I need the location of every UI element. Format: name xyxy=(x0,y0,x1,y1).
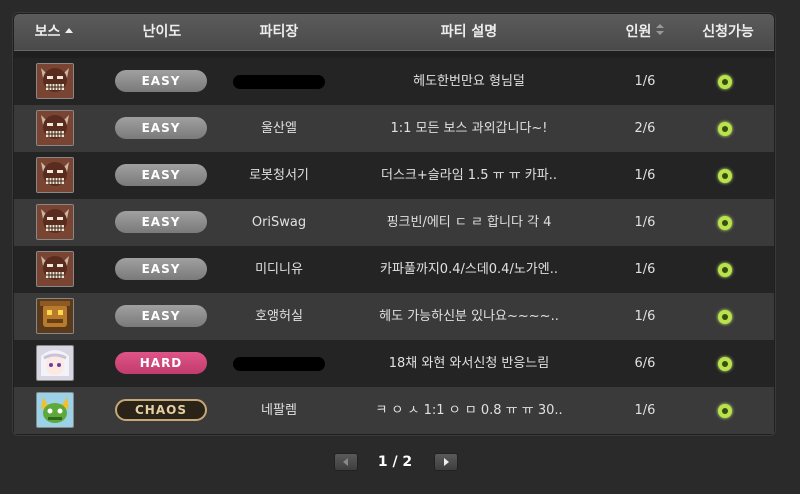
sort-toggle-icon xyxy=(656,24,665,35)
party-description: 18채 와현 와서신청 반응느림 xyxy=(388,356,550,371)
difficulty-badge: EASY xyxy=(115,258,207,280)
party-description: 헤도한번만요 형님덜 xyxy=(413,74,525,89)
column-description-header: 파티 설명 xyxy=(440,24,498,40)
lucid-icon xyxy=(36,345,74,381)
party-list: EASY 헤도한번만요 형님덜 1/6 EASY 울산엘 1:1 모든 보스 과외갑니다~… xyxy=(14,58,774,434)
party-leader: 로봇청서기 xyxy=(249,168,309,183)
difficulty-badge: EASY xyxy=(115,211,207,233)
prev-page-button[interactable] xyxy=(334,453,358,471)
golem-icon xyxy=(36,298,74,334)
table-row[interactable]: EASY 로봇청서기 더스크+슬라임 1.5 ㅠ ㅠ 카파.. 1/6 xyxy=(14,152,774,199)
horntail-icon xyxy=(36,392,74,428)
page-indicator: 1 / 2 xyxy=(377,454,413,470)
column-leader-header: 파티장 xyxy=(259,24,299,40)
difficulty-badge: EASY xyxy=(115,164,207,186)
table-row[interactable]: EASY 호앵허실 헤도 가능하신분 있나요~~~~.. 1/6 xyxy=(14,293,774,340)
sort-ascending-icon xyxy=(65,28,74,33)
available-indicator-icon xyxy=(718,357,732,371)
available-indicator-icon xyxy=(718,263,732,277)
available-indicator-icon xyxy=(718,310,732,324)
chevron-left-icon xyxy=(343,458,348,466)
member-count: 1/6 xyxy=(634,262,656,277)
party-leader: 울산엘 xyxy=(261,121,297,136)
party-description: 핑크빈/에티 ㄷ ㄹ 합니다 각 4 xyxy=(386,215,552,230)
party-description: 더스크+슬라임 1.5 ㅠ ㅠ 카파.. xyxy=(381,168,557,183)
available-indicator-icon xyxy=(718,404,732,418)
member-count: 1/6 xyxy=(634,74,656,89)
party-description: 카파풀까지0.4/스데0.4/노가엔.. xyxy=(380,262,558,277)
zakum-icon xyxy=(36,110,74,146)
member-count: 6/6 xyxy=(634,356,656,371)
member-count: 1/6 xyxy=(634,215,656,230)
difficulty-badge: EASY xyxy=(115,70,207,92)
available-indicator-icon xyxy=(718,216,732,230)
table-row[interactable]: EASY 헤도한번만요 형님덜 1/6 xyxy=(14,58,774,105)
chevron-right-icon xyxy=(444,458,449,466)
column-available-header: 신청가능 xyxy=(702,24,754,40)
column-boss-header[interactable]: 보스 xyxy=(14,14,94,50)
table-row[interactable]: EASY 울산엘 1:1 모든 보스 과외갑니다~! 2/6 xyxy=(14,105,774,152)
member-count: 1/6 xyxy=(634,309,656,324)
zakum-icon xyxy=(36,204,74,240)
column-members-header[interactable]: 인원 xyxy=(610,14,680,50)
table-header: 보스 난이도 파티장 파티 설명 인원 신청가능 xyxy=(14,14,774,51)
column-difficulty-header: 난이도 xyxy=(142,24,182,40)
party-leader xyxy=(229,58,329,105)
table-row[interactable]: CHAOS 네팔렘 ㅋ ㅇ ㅅ 1:1 ㅇ ㅁ 0.8 ㅠ ㅠ 30.. 1/6 xyxy=(14,387,774,434)
available-indicator-icon xyxy=(718,122,732,136)
party-leader: OriSwag xyxy=(251,215,307,230)
pagination: 1 / 2 xyxy=(0,453,800,471)
member-count: 2/6 xyxy=(634,121,656,136)
zakum-icon xyxy=(36,251,74,287)
party-leader: 호앵허실 xyxy=(255,309,303,324)
party-description: 헤도 가능하신분 있나요~~~~.. xyxy=(379,309,559,324)
available-indicator-icon xyxy=(718,75,732,89)
available-indicator-icon xyxy=(718,169,732,183)
difficulty-badge: EASY xyxy=(115,305,207,327)
difficulty-badge: CHAOS xyxy=(115,399,207,421)
redacted-name xyxy=(233,74,325,89)
zakum-icon xyxy=(36,157,74,193)
difficulty-badge: EASY xyxy=(115,117,207,139)
column-members-label: 인원 xyxy=(625,24,652,40)
party-leader xyxy=(229,340,329,387)
table-row[interactable]: EASY 미디니유 카파풀까지0.4/스데0.4/노가엔.. 1/6 xyxy=(14,246,774,293)
column-boss-label: 보스 xyxy=(34,24,61,40)
table-row[interactable]: HARD 18채 와현 와서신청 반응느림 6/6 xyxy=(14,340,774,387)
member-count: 1/6 xyxy=(634,168,656,183)
party-leader: 네팔렘 xyxy=(261,403,297,418)
member-count: 1/6 xyxy=(634,403,656,418)
party-description: 1:1 모든 보스 과외갑니다~! xyxy=(390,121,548,136)
party-leader: 미디니유 xyxy=(255,262,303,277)
difficulty-badge: HARD xyxy=(115,352,207,374)
zakum-icon xyxy=(36,63,74,99)
table-row[interactable]: EASY OriSwag 핑크빈/에티 ㄷ ㄹ 합니다 각 4 1/6 xyxy=(14,199,774,246)
redacted-name xyxy=(233,356,325,371)
party-description: ㅋ ㅇ ㅅ 1:1 ㅇ ㅁ 0.8 ㅠ ㅠ 30.. xyxy=(375,403,563,418)
next-page-button[interactable] xyxy=(434,453,458,471)
